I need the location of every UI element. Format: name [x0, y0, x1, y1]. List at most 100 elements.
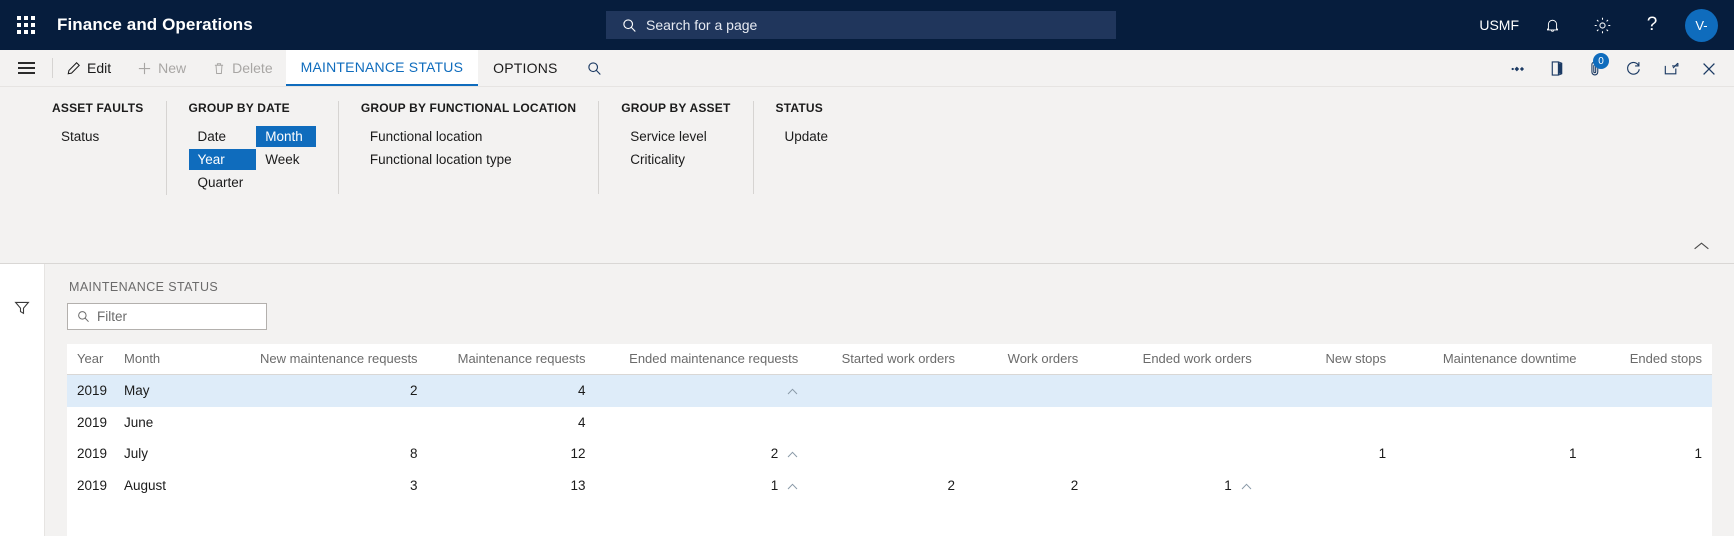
column-header[interactable]: New maintenance requests	[248, 344, 428, 375]
drill-indicator-icon[interactable]	[787, 478, 798, 493]
table-cell[interactable]	[1262, 470, 1396, 502]
table-cell[interactable]: 2	[596, 438, 809, 470]
column-header[interactable]: Maintenance downtime	[1396, 344, 1587, 375]
table-cell[interactable]: June	[114, 407, 248, 438]
share-button[interactable]	[1500, 50, 1538, 87]
navigation-menu-button[interactable]	[0, 50, 52, 86]
table-cell[interactable]: 1	[1587, 438, 1712, 470]
popout-button[interactable]	[1652, 50, 1690, 87]
group-item-year[interactable]: Year	[188, 149, 257, 170]
column-header[interactable]: Work orders	[965, 344, 1089, 375]
grid-filter-input[interactable]: Filter	[67, 303, 267, 330]
column-header[interactable]: New stops	[1261, 344, 1397, 375]
table-cell[interactable]	[595, 374, 809, 407]
group-item-criticality[interactable]: Criticality	[621, 149, 720, 170]
company-selector[interactable]: USMF	[1471, 0, 1527, 50]
table-cell[interactable]: 2019	[67, 438, 114, 470]
settings-button[interactable]	[1577, 0, 1627, 50]
group-item-functional-location-type[interactable]: Functional location type	[361, 149, 525, 170]
tab-options[interactable]: OPTIONS	[478, 50, 572, 86]
new-button[interactable]: New	[124, 50, 199, 86]
table-cell[interactable]	[1396, 374, 1587, 407]
open-in-office-button[interactable]	[1538, 50, 1576, 87]
group-item-date[interactable]: Date	[189, 126, 257, 147]
table-cell[interactable]	[1586, 374, 1712, 407]
table-cell[interactable]	[1587, 470, 1712, 502]
table-cell[interactable]: 2	[248, 374, 428, 407]
help-button[interactable]: ?	[1627, 0, 1677, 50]
table-cell[interactable]: 2019	[67, 407, 114, 438]
table-cell[interactable]	[1261, 374, 1397, 407]
grid-empty-space	[67, 501, 1712, 536]
drill-indicator-icon[interactable]	[787, 383, 798, 398]
avatar[interactable]: V-	[1685, 8, 1718, 42]
column-header[interactable]: Ended stops	[1586, 344, 1712, 375]
column-header[interactable]: Month	[114, 344, 249, 375]
close-button[interactable]	[1690, 50, 1728, 87]
group-item-quarter[interactable]: Quarter	[189, 172, 257, 193]
group-item-service-level[interactable]: Service level	[621, 126, 720, 147]
table-cell[interactable]	[1262, 407, 1396, 438]
filter-pane-button[interactable]	[14, 300, 30, 536]
table-cell[interactable]	[1396, 470, 1586, 502]
table-row[interactable]: 2019 August 3 13 1 2 2 1	[67, 470, 1712, 502]
group-item-week[interactable]: Week	[256, 149, 316, 170]
table-cell[interactable]	[248, 407, 427, 438]
table-cell[interactable]: 1	[596, 470, 809, 502]
table-cell[interactable]: August	[114, 470, 248, 502]
table-cell[interactable]: 13	[428, 470, 596, 502]
edit-button[interactable]: Edit	[53, 50, 124, 86]
trash-icon	[215, 62, 224, 74]
group-item-month[interactable]: Month	[256, 126, 316, 147]
table-cell[interactable]	[808, 374, 966, 407]
table-cell[interactable]	[965, 438, 1088, 470]
table-row[interactable]: 2019 June 4	[67, 407, 1712, 438]
notifications-button[interactable]	[1527, 0, 1577, 50]
table-cell[interactable]	[808, 438, 965, 470]
table-cell[interactable]	[1088, 438, 1262, 470]
collapse-panel-button[interactable]	[1693, 239, 1710, 257]
delete-button[interactable]: Delete	[199, 50, 285, 86]
app-launcher-button[interactable]	[0, 0, 52, 50]
table-cell[interactable]: 2019	[67, 470, 114, 502]
column-header[interactable]: Ended maintenance requests	[595, 344, 809, 375]
top-nav-right-group: USMF ? V-	[1471, 0, 1720, 50]
column-header[interactable]: Ended work orders	[1088, 344, 1262, 375]
table-cell[interactable]: 8	[248, 438, 427, 470]
table-cell[interactable]	[1587, 407, 1712, 438]
table-cell[interactable]	[1088, 407, 1262, 438]
group-item-functional-location[interactable]: Functional location	[361, 126, 525, 147]
drill-indicator-icon[interactable]	[1241, 478, 1252, 493]
table-cell[interactable]: 1	[1262, 438, 1396, 470]
table-cell[interactable]: 1	[1088, 470, 1262, 502]
table-row[interactable]: 2019 May 2 4	[67, 374, 1712, 407]
table-cell[interactable]: 2019	[67, 374, 115, 407]
table-cell[interactable]: 4	[427, 374, 596, 407]
table-cell[interactable]	[1396, 407, 1586, 438]
table-cell[interactable]: July	[114, 438, 248, 470]
table-cell[interactable]	[965, 374, 1089, 407]
table-cell[interactable]: 3	[248, 470, 427, 502]
column-header[interactable]: Started work orders	[808, 344, 966, 375]
tab-maintenance-status[interactable]: MAINTENANCE STATUS	[285, 50, 479, 86]
column-header[interactable]: Year	[67, 344, 115, 375]
table-cell[interactable]: 1	[1396, 438, 1586, 470]
table-cell[interactable]	[596, 407, 809, 438]
table-row[interactable]: 2019 July 8 12 2 1 1 1	[67, 438, 1712, 470]
table-cell[interactable]	[965, 407, 1088, 438]
global-search-box[interactable]: Search for a page	[606, 11, 1116, 39]
table-cell[interactable]: 12	[428, 438, 596, 470]
table-cell[interactable]: 2	[808, 470, 965, 502]
refresh-button[interactable]	[1614, 50, 1652, 87]
table-cell[interactable]: 2	[965, 470, 1088, 502]
table-cell[interactable]	[1088, 374, 1262, 407]
group-item-update[interactable]: Update	[776, 126, 842, 147]
attachments-button[interactable]: 0	[1576, 50, 1614, 87]
table-cell[interactable]: 4	[428, 407, 596, 438]
command-search-button[interactable]	[573, 50, 616, 86]
table-cell[interactable]: May	[114, 374, 249, 407]
group-item-status[interactable]: Status	[52, 126, 112, 147]
drill-indicator-icon[interactable]	[787, 446, 798, 461]
column-header[interactable]: Maintenance requests	[427, 344, 596, 375]
table-cell[interactable]	[808, 407, 965, 438]
